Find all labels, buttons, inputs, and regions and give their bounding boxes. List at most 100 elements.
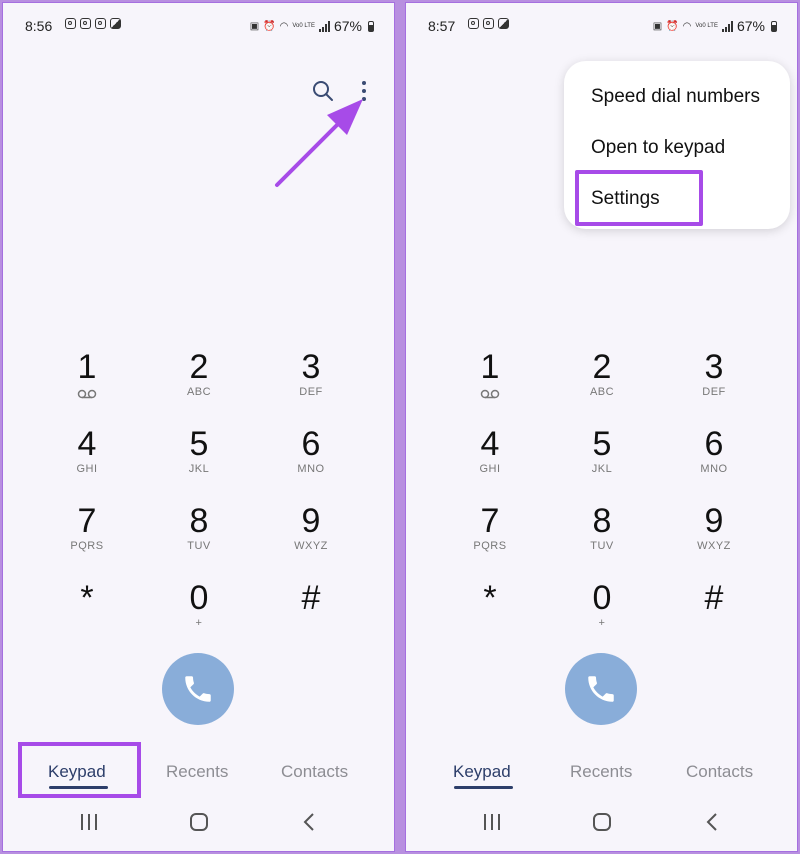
instagram-icon: [65, 18, 76, 29]
phone-icon: [588, 676, 614, 702]
key-letters: TUV: [187, 540, 211, 552]
key-letters: PQRS: [473, 540, 507, 552]
key-digit: 5: [592, 425, 612, 463]
key-9[interactable]: 9 WXYZ: [658, 502, 770, 579]
key-letters: JKL: [591, 463, 613, 475]
key-5[interactable]: 5 JKL: [143, 425, 255, 502]
system-icons: ▣ ⏰ ◠ Vo0 LTE 67%: [250, 18, 374, 34]
voicemail-icon: [480, 389, 500, 399]
key-star[interactable]: *: [31, 579, 143, 656]
key-digit: 6: [704, 425, 724, 463]
key-digit: 8: [592, 502, 612, 540]
key-8[interactable]: 8 TUV: [143, 502, 255, 579]
key-7[interactable]: 7 PQRS: [434, 502, 546, 579]
key-digit: 9: [301, 502, 321, 540]
instagram-icon: [483, 18, 494, 29]
key-9[interactable]: 9 WXYZ: [255, 502, 367, 579]
battery-saver-icon: ▣: [249, 20, 260, 32]
key-letters: PQRS: [70, 540, 104, 552]
navigation-bar: [3, 796, 394, 851]
key-8[interactable]: 8 TUV: [546, 502, 658, 579]
menu-item-speed-dial[interactable]: Speed dial numbers: [591, 86, 760, 108]
key-7[interactable]: 7 PQRS: [31, 502, 143, 579]
key-5[interactable]: 5 JKL: [546, 425, 658, 502]
key-digit: 4: [480, 425, 500, 463]
instagram-icon: [468, 18, 479, 29]
key-4[interactable]: 4 GHI: [31, 425, 143, 502]
key-2[interactable]: 2 ABC: [143, 348, 255, 425]
signal-icon: [721, 20, 733, 32]
key-digit: 1: [77, 348, 97, 386]
key-letters: TUV: [590, 540, 614, 552]
tab-contacts[interactable]: Contacts: [686, 762, 753, 782]
key-digit: 5: [189, 425, 209, 463]
key-digit: 9: [704, 502, 724, 540]
key-hash[interactable]: #: [255, 579, 367, 656]
overflow-menu: Speed dial numbers Open to keypad Settin…: [564, 61, 790, 229]
tab-contacts[interactable]: Contacts: [281, 762, 348, 782]
key-letters: MNO: [297, 463, 325, 475]
key-digit: *: [483, 579, 497, 617]
back-icon[interactable]: [704, 810, 720, 834]
key-4[interactable]: 4 GHI: [434, 425, 546, 502]
call-button[interactable]: [162, 653, 234, 725]
alarm-icon: ⏰: [666, 20, 679, 32]
dial-keypad: 1 2 ABC 3 DEF 4 GHI 5 JKL 6 MNO 7 PQRS 8 TUV 9W…: [434, 348, 770, 656]
key-letters: DEF: [299, 386, 323, 398]
tab-recents[interactable]: Recents: [166, 762, 228, 782]
battery-icon: [368, 20, 374, 32]
phone-screen-right: 8:57 ▣ ⏰ ◠ Vo0 LTE 67% Speed dial number…: [405, 2, 798, 852]
instagram-icon: [80, 18, 91, 29]
call-button[interactable]: [565, 653, 637, 725]
battery-icon: [771, 20, 777, 32]
volte-icon: Vo0 LTE: [695, 23, 718, 29]
key-digit: #: [301, 579, 321, 617]
key-digit: 0: [592, 579, 612, 617]
key-digit: 4: [77, 425, 97, 463]
key-digit: *: [80, 579, 94, 617]
keypad-highlight-box: [18, 742, 141, 798]
tab-keypad[interactable]: Keypad: [453, 762, 511, 782]
key-letters: WXYZ: [294, 540, 328, 552]
alarm-icon: ⏰: [263, 20, 276, 32]
status-bar: 8:57 ▣ ⏰ ◠ Vo0 LTE 67%: [406, 3, 797, 47]
status-bar: 8:56 ▣ ⏰ ◠ Vo0 LTE 67%: [3, 3, 394, 47]
key-letters: WXYZ: [697, 540, 731, 552]
key-0[interactable]: 0 +: [143, 579, 255, 656]
status-time: 8:57: [428, 18, 456, 34]
key-hash[interactable]: #: [658, 579, 770, 656]
key-6[interactable]: 6 MNO: [255, 425, 367, 502]
key-letters: ABC: [589, 386, 615, 398]
menu-item-open-to-keypad[interactable]: Open to keypad: [591, 137, 725, 159]
battery-percent: 67%: [333, 18, 362, 34]
notification-icons: [65, 18, 121, 29]
key-digit: 7: [480, 502, 500, 540]
back-icon[interactable]: [301, 810, 317, 834]
key-1[interactable]: 1: [31, 348, 143, 425]
key-6[interactable]: 6 MNO: [658, 425, 770, 502]
home-icon[interactable]: [591, 810, 613, 834]
key-digit: 3: [301, 348, 321, 386]
tab-recents[interactable]: Recents: [570, 762, 632, 782]
recent-apps-icon[interactable]: [482, 810, 502, 834]
key-2[interactable]: 2 ABC: [546, 348, 658, 425]
key-star[interactable]: *: [434, 579, 546, 656]
key-digit: #: [704, 579, 724, 617]
key-3[interactable]: 3 DEF: [658, 348, 770, 425]
key-0[interactable]: 0 +: [546, 579, 658, 656]
home-icon[interactable]: [188, 810, 210, 834]
key-digit: 3: [704, 348, 724, 386]
phone-icon: [185, 676, 211, 702]
key-digit: 0: [189, 579, 209, 617]
recent-apps-icon[interactable]: [79, 810, 99, 834]
notification-icons: [468, 18, 509, 29]
key-letters: ABC: [186, 386, 212, 398]
settings-highlight-box: [575, 170, 703, 226]
system-icons: ▣ ⏰ ◠ Vo0 LTE 67%: [653, 18, 777, 34]
key-1[interactable]: 1: [434, 348, 546, 425]
key-letters: MNO: [700, 463, 728, 475]
pointer-arrow-icon: [275, 99, 363, 187]
instagram-icon: [95, 18, 106, 29]
battery-saver-icon: ▣: [652, 20, 663, 32]
key-3[interactable]: 3 DEF: [255, 348, 367, 425]
